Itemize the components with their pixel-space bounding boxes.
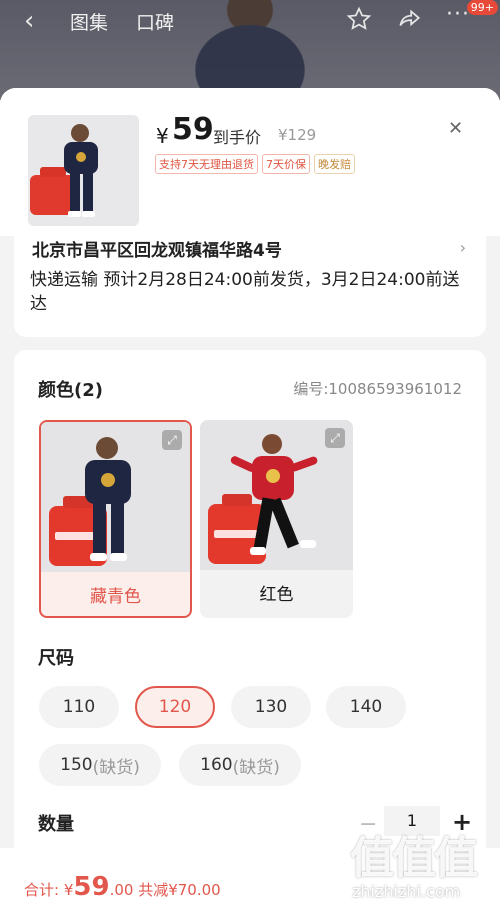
watermark-logo: 值值值 bbox=[350, 833, 478, 884]
size-option-160[interactable]: 160 (缺货) bbox=[179, 744, 301, 786]
total-decimals: .00 bbox=[109, 881, 134, 899]
service-tag: 晚发赔 bbox=[314, 154, 355, 174]
top-navigation-bar: ‹ 图集 口碑 ··· 99+ bbox=[0, 0, 500, 100]
message-count-badge: 99+ bbox=[466, 0, 498, 15]
size-option-110[interactable]: 110 bbox=[39, 686, 119, 728]
final-price-label: 到手价 bbox=[213, 128, 262, 147]
product-hero-image bbox=[165, 0, 335, 100]
price-currency: ¥ bbox=[156, 124, 169, 148]
size-label: 150 bbox=[60, 755, 93, 775]
out-of-stock-label: (缺货) bbox=[92, 757, 140, 778]
delivery-address[interactable]: 北京市昌平区回龙观镇福华路4号 bbox=[32, 236, 282, 261]
sku-selection-sheet: ¥ 59 到手价 ¥129 ✕ 支持7天无理由退货 7天价保 晚发赔 北京市昌平… bbox=[0, 88, 500, 912]
final-price: 59 bbox=[172, 112, 214, 147]
shipping-estimate: 快递运输 预计2月28日24:00前发货，3月2日24:00前送达 bbox=[30, 270, 460, 314]
order-total: 合计: ¥59.00 共减¥70.00 bbox=[24, 872, 221, 902]
service-tags: 支持7天无理由退货 7天价保 晚发赔 bbox=[155, 154, 355, 174]
total-currency: ¥ bbox=[63, 881, 74, 899]
original-price: ¥129 bbox=[278, 126, 317, 144]
quantity-section-title: 数量 bbox=[38, 814, 74, 835]
size-label: 160 bbox=[200, 755, 233, 775]
expand-image-icon[interactable]: ⤢ bbox=[162, 430, 182, 450]
size-label: 140 bbox=[349, 697, 383, 717]
sheet-header: ¥ 59 到手价 ¥129 ✕ 支持7天无理由退货 7天价保 晚发赔 bbox=[0, 88, 500, 236]
sku-number: 编号:10086593961012 bbox=[293, 380, 462, 398]
tab-reviews[interactable]: 口碑 bbox=[136, 8, 174, 35]
share-icon[interactable] bbox=[396, 6, 422, 36]
size-option-140[interactable]: 140 bbox=[326, 686, 406, 728]
size-label: 110 bbox=[62, 697, 96, 717]
watermark-url: zhizhizhi.com bbox=[352, 882, 461, 901]
size-section-title: 尺码 bbox=[38, 648, 74, 669]
color-option-label: 红色 bbox=[259, 585, 294, 605]
close-icon[interactable]: ✕ bbox=[448, 118, 463, 139]
product-thumbnail[interactable] bbox=[28, 115, 139, 226]
total-discount: 共减¥70.00 bbox=[133, 881, 221, 899]
expand-image-icon[interactable]: ⤢ bbox=[325, 428, 345, 448]
total-amount: 59 bbox=[73, 872, 110, 902]
service-tag: 支持7天无理由退货 bbox=[155, 154, 258, 174]
site-watermark: 值值值 zhizhizhi.com bbox=[350, 822, 500, 912]
color-option-navy[interactable]: ⤢ 藏青色 bbox=[39, 420, 192, 618]
size-option-150[interactable]: 150 (缺货) bbox=[39, 744, 161, 786]
size-option-120[interactable]: 120 bbox=[135, 686, 215, 728]
chevron-right-icon[interactable]: › bbox=[460, 238, 466, 257]
tab-gallery[interactable]: 图集 bbox=[70, 8, 108, 35]
size-option-130[interactable]: 130 bbox=[231, 686, 311, 728]
total-label: 合计: bbox=[24, 881, 64, 899]
size-label: 130 bbox=[254, 697, 288, 717]
color-section-title: 颜色(2) bbox=[38, 380, 103, 401]
color-option-red[interactable]: ⤢ 红色 bbox=[200, 420, 353, 618]
color-option-label: 藏青色 bbox=[90, 587, 141, 607]
service-tag: 7天价保 bbox=[262, 154, 310, 174]
product-thumbnail-figure bbox=[28, 115, 139, 226]
back-icon[interactable]: ‹ bbox=[24, 6, 34, 36]
out-of-stock-label: (缺货) bbox=[232, 757, 280, 778]
favorite-star-icon[interactable] bbox=[346, 6, 372, 36]
size-label: 120 bbox=[158, 697, 192, 717]
